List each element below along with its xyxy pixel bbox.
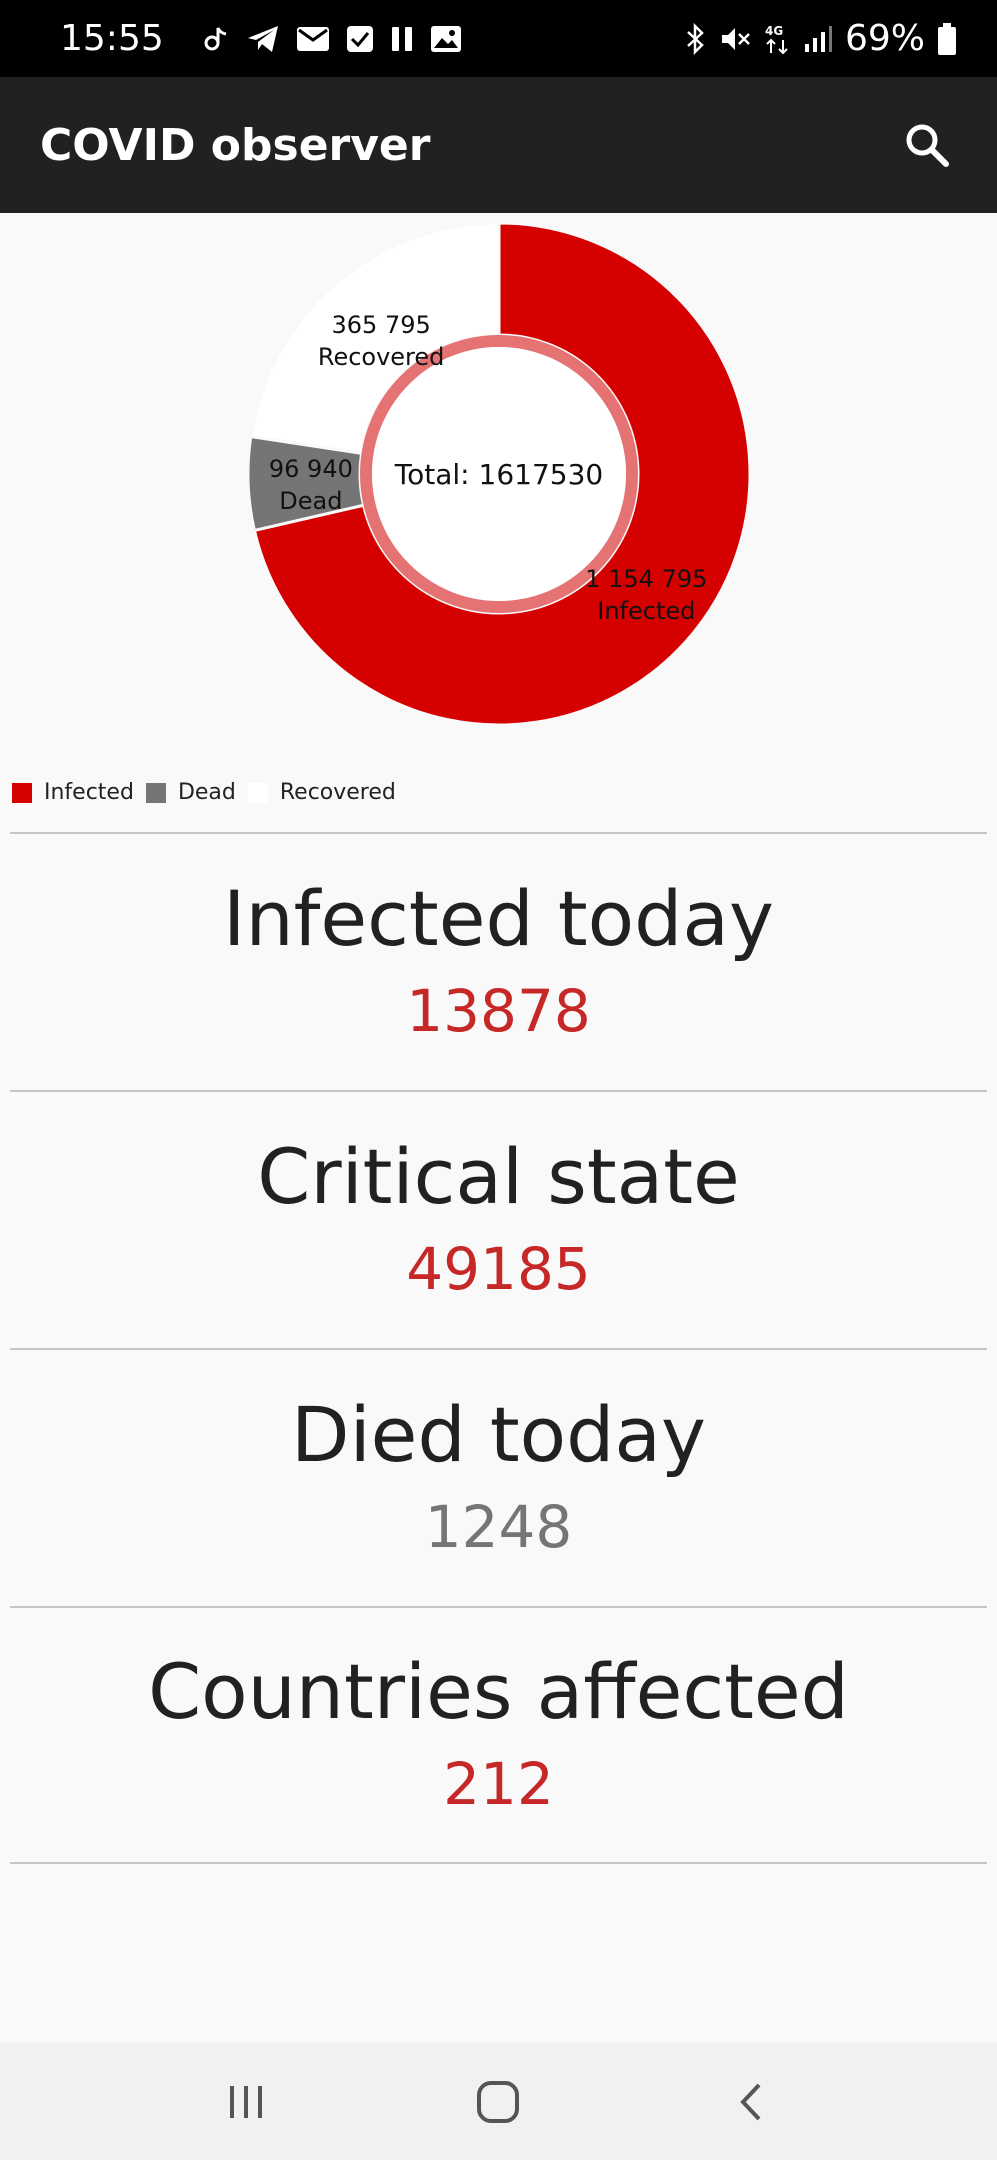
- slice-value-label-dead: 96 940: [269, 455, 353, 483]
- home-icon: [477, 2080, 520, 2123]
- legend-item-infected: Infected: [12, 780, 134, 805]
- slice-name-label-recovered: Recovered: [318, 343, 445, 371]
- status-right: 4G 69%: [685, 18, 957, 59]
- stat-countries-affected: Countries affected 212: [10, 1606, 987, 1864]
- legend-label-infected: Infected: [44, 780, 134, 805]
- slice-name-label-infected: Infected: [597, 597, 695, 625]
- legend-swatch-infected: [12, 782, 32, 803]
- search-button[interactable]: [897, 115, 957, 175]
- status-bar: 15:55 4G 69%: [0, 0, 997, 77]
- legend-swatch-recovered: [247, 782, 268, 803]
- search-icon: [906, 124, 949, 167]
- slice-value-label-infected: 1 154 795: [585, 565, 707, 593]
- back-button[interactable]: [711, 2062, 791, 2142]
- stat-label: Critical state: [257, 1131, 740, 1221]
- stat-value: 1248: [424, 1493, 573, 1561]
- stat-value: 13878: [406, 977, 591, 1045]
- recents-icon: [230, 2085, 263, 2118]
- battery-percent: 69%: [844, 18, 925, 59]
- mute-icon: [719, 21, 751, 57]
- chart-legend: Infected Dead Recovered: [12, 780, 408, 805]
- chart-container: Total: 1617530 1 154 795 Infected 96 940 De…: [0, 213, 997, 753]
- back-icon: [740, 2083, 761, 2120]
- bluetooth-icon: [685, 21, 707, 57]
- stat-label: Died today: [291, 1389, 706, 1479]
- legend-item-recovered: Recovered: [247, 780, 396, 805]
- check-icon: [346, 21, 374, 57]
- pause-icon: [390, 21, 414, 57]
- stat-label: Countries affected: [148, 1646, 849, 1736]
- tiktok-icon: [200, 21, 230, 57]
- image-icon: [430, 21, 462, 57]
- svg-text:4G: 4G: [765, 24, 783, 38]
- recents-button[interactable]: [206, 2062, 286, 2142]
- app-title: COVID observer: [40, 119, 431, 171]
- slice-name-label-dead: Dead: [279, 487, 342, 515]
- legend-label-recovered: Recovered: [279, 780, 396, 805]
- legend-item-dead: Dead: [145, 780, 236, 805]
- donut-chart: Total: 1617530 1 154 795 Infected 96 940 De…: [246, 221, 752, 727]
- stat-died-today: Died today 1248: [10, 1348, 987, 1606]
- stat-critical-state: Critical state 49185: [10, 1090, 987, 1348]
- home-button[interactable]: [458, 2062, 538, 2142]
- status-time: 15:55: [60, 18, 164, 59]
- stat-value: 212: [443, 1750, 554, 1818]
- battery-icon: [937, 21, 957, 57]
- signal-icon: [803, 21, 833, 57]
- telegram-icon: [246, 21, 280, 57]
- legend-label-dead: Dead: [177, 780, 236, 805]
- status-left: 15:55: [60, 18, 462, 59]
- stat-label: Infected today: [223, 873, 774, 963]
- stat-value: 49185: [406, 1235, 591, 1303]
- stat-infected-today: Infected today 13878: [10, 832, 987, 1090]
- stats-list: Infected today 13878 Critical state 4918…: [10, 832, 987, 1864]
- app-bar: COVID observer: [0, 77, 997, 213]
- chart-center-total: Total: 1617530: [394, 458, 603, 491]
- system-nav-bar: [0, 2043, 997, 2160]
- legend-swatch-dead: [145, 782, 166, 803]
- 4g-icon: 4G: [763, 21, 791, 57]
- mail-icon: [296, 21, 330, 57]
- slice-value-label-recovered: 365 795: [332, 311, 431, 339]
